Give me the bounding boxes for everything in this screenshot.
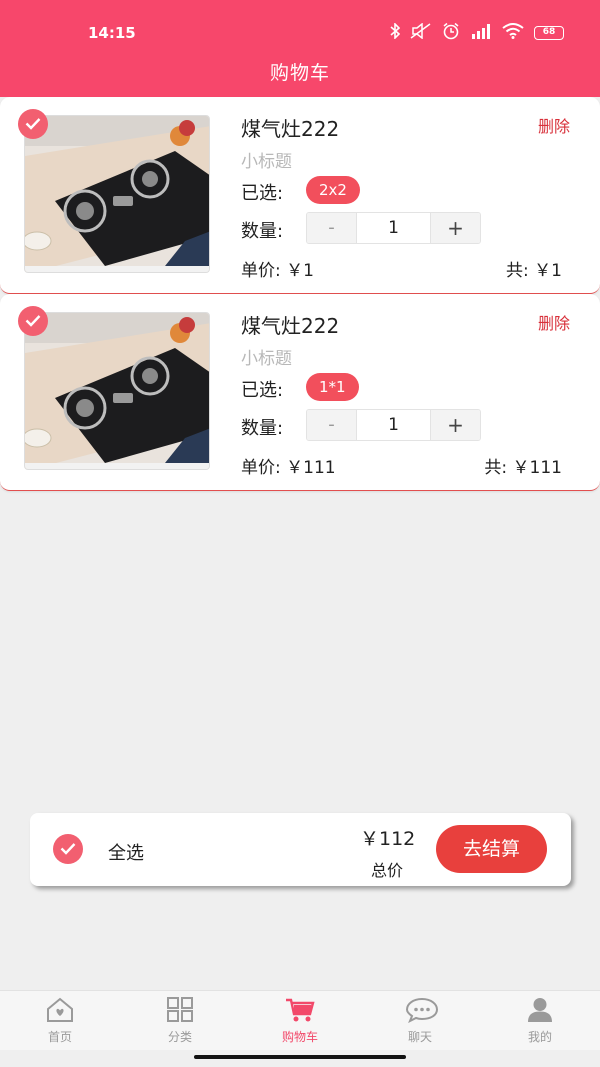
home-indicator bbox=[194, 1055, 406, 1059]
item-checkbox[interactable] bbox=[18, 306, 48, 336]
quantity-stepper: - 1 + bbox=[306, 212, 481, 244]
selected-spec-label: 已选: bbox=[241, 183, 284, 204]
signal-icon bbox=[470, 23, 492, 43]
tab-label: 首页 bbox=[47, 1030, 72, 1044]
tab-chat[interactable]: 聊天 bbox=[360, 991, 480, 1050]
unit-price: 单价: ￥1 bbox=[241, 261, 314, 281]
tab-label: 分类 bbox=[167, 1030, 192, 1044]
tab-label: 我的 bbox=[527, 1030, 552, 1044]
quantity-input[interactable]: 1 bbox=[356, 213, 431, 243]
selected-spec-label: 已选: bbox=[241, 380, 284, 401]
decrease-button[interactable]: - bbox=[307, 410, 356, 440]
delete-button[interactable]: 删除 bbox=[538, 310, 570, 334]
tab-home[interactable]: 首页 bbox=[0, 991, 120, 1050]
tab-profile[interactable]: 我的 bbox=[480, 991, 600, 1050]
total-amount-label: 总价 bbox=[371, 861, 404, 880]
check-icon bbox=[25, 315, 41, 327]
quantity-input[interactable]: 1 bbox=[356, 410, 431, 440]
quantity-label: 数量: bbox=[241, 418, 284, 439]
item-checkbox[interactable] bbox=[18, 109, 48, 139]
category-grid-icon bbox=[167, 997, 193, 1022]
chat-icon bbox=[405, 997, 439, 1023]
user-icon bbox=[528, 998, 552, 1022]
decrease-button[interactable]: - bbox=[307, 213, 356, 243]
bottom-tab-bar: 首页 分类 购物车 聊天 我的 bbox=[0, 990, 600, 1050]
battery-indicator: 68 bbox=[534, 26, 564, 40]
selected-spec-tag[interactable]: 1*1 bbox=[306, 373, 359, 401]
gas-stove-image bbox=[25, 313, 209, 469]
item-total: 共: ￥111 bbox=[484, 458, 562, 478]
tab-category[interactable]: 分类 bbox=[120, 991, 240, 1050]
product-image[interactable] bbox=[24, 312, 210, 470]
home-icon bbox=[47, 997, 73, 1022]
checkout-button[interactable]: 去结算 bbox=[436, 825, 547, 873]
select-all-checkbox[interactable] bbox=[53, 834, 83, 864]
delete-button[interactable]: 删除 bbox=[538, 113, 570, 137]
app-header: 14:15 68 购物车 bbox=[0, 0, 600, 97]
wifi-icon bbox=[502, 23, 524, 43]
status-time: 14:15 bbox=[88, 24, 136, 42]
product-subtitle: 小标题 bbox=[241, 152, 292, 172]
cart-item: 煤气灶222 小标题 已选: 1*1 数量: - 1 + 单价: ￥111 共:… bbox=[0, 294, 600, 491]
quantity-stepper: - 1 + bbox=[306, 409, 481, 441]
check-icon bbox=[25, 118, 41, 130]
tab-label: 购物车 bbox=[281, 1030, 318, 1044]
select-all-label[interactable]: 全选 bbox=[108, 839, 144, 865]
tab-cart[interactable]: 购物车 bbox=[240, 991, 360, 1050]
unit-price: 单价: ￥111 bbox=[241, 458, 336, 478]
product-image[interactable] bbox=[24, 115, 210, 273]
product-subtitle: 小标题 bbox=[241, 349, 292, 369]
increase-button[interactable]: + bbox=[431, 213, 480, 243]
check-icon bbox=[60, 843, 76, 855]
alarm-icon bbox=[442, 22, 460, 44]
quantity-label: 数量: bbox=[241, 221, 284, 242]
status-bar: 14:15 68 bbox=[0, 0, 600, 50]
product-title[interactable]: 煤气灶222 bbox=[241, 310, 339, 339]
item-total: 共: ￥1 bbox=[506, 261, 562, 281]
gas-stove-image bbox=[25, 116, 209, 272]
bluetooth-icon bbox=[390, 22, 401, 43]
checkout-summary-bar: 全选 ￥112 总价 去结算 bbox=[30, 813, 571, 886]
total-amount: ￥112 bbox=[360, 828, 416, 850]
mute-icon bbox=[410, 22, 432, 43]
page-title: 购物车 bbox=[269, 62, 330, 84]
status-icons: 68 bbox=[390, 22, 564, 44]
increase-button[interactable]: + bbox=[431, 410, 480, 440]
selected-spec-tag[interactable]: 2x2 bbox=[306, 176, 360, 204]
cart-icon bbox=[286, 998, 315, 1022]
cart-item: 煤气灶222 小标题 已选: 2x2 数量: - 1 + 单价: ￥1 共: ￥… bbox=[0, 97, 600, 294]
product-title[interactable]: 煤气灶222 bbox=[241, 113, 339, 142]
tab-label: 聊天 bbox=[407, 1030, 432, 1044]
